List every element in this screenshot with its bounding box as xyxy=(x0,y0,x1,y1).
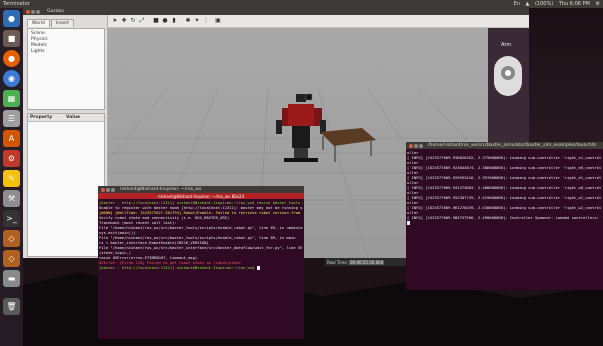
cylinder-shape-icon[interactable]: ▮ xyxy=(170,17,178,25)
wifi-icon[interactable]: ▲ xyxy=(526,1,530,7)
terminal-right-title: /home/nishant/ros_ws/src/baxter_simulato… xyxy=(428,143,597,148)
drive-icon[interactable]: ▬ xyxy=(3,270,20,287)
terminal-line: [ INFO] [1523577669.941374003, 2.4080000… xyxy=(407,185,602,190)
trash-icon[interactable]: 🗑 xyxy=(3,298,20,315)
terminal-line: [baxter - http://localhost:11311] nishan… xyxy=(99,265,303,270)
settings-icon[interactable]: ⚙ xyxy=(3,150,20,167)
gazebo-titlebar[interactable]: Gazebo xyxy=(23,8,529,15)
terminal-cursor xyxy=(407,221,410,225)
gazebo-title: Gazebo xyxy=(47,9,64,14)
terminal-left[interactable]: nishant@Nishant-Inspiron: ~/ros_ws nisha… xyxy=(98,186,304,339)
terminal-line: [ INFO] [1523577669.938020352, 2.3750000… xyxy=(407,155,602,160)
terminal-line: [ INFO] [1523577669.929553416, 2.3970000… xyxy=(407,175,602,180)
close-icon[interactable] xyxy=(101,187,105,192)
launcher: ● ■ ● ◉ ▦ ☰ A ⚙ ✎ ⚒ >_ ◇ ◇ ▬ 🗑 xyxy=(0,8,23,346)
system-settings-icon[interactable]: ⚒ xyxy=(3,190,20,207)
property-table-header: Property Value xyxy=(28,114,104,122)
rotate-icon[interactable]: ↻ xyxy=(129,17,137,25)
minimize-icon[interactable] xyxy=(414,143,418,148)
libreoffice-calc-icon[interactable]: ▦ xyxy=(3,90,20,107)
real-time-label: Real Time: xyxy=(327,259,349,265)
value-column-header: Value xyxy=(66,115,81,120)
baxter-robot[interactable] xyxy=(276,93,326,162)
tree-item-scene[interactable]: Scene xyxy=(31,31,45,36)
battery-status[interactable]: (100%) xyxy=(535,1,553,7)
software-center-icon[interactable]: A xyxy=(3,130,20,147)
keyboard-layout[interactable]: En xyxy=(514,1,520,7)
terminal-left-tab[interactable]: nishant@Nishant-Inspiron: ~/ros_ws 80x24 xyxy=(98,193,304,199)
terminal-right-titlebar[interactable]: /home/nishant/ros_ws/src/baxter_simulato… xyxy=(406,142,603,149)
terminal-line: [ INFO] [1523577669.952307745, 2.4190000… xyxy=(407,195,602,200)
spot-light-icon[interactable]: ✦ xyxy=(193,17,201,25)
notes-icon[interactable]: ✎ xyxy=(3,170,20,187)
terminal-cursor-line xyxy=(407,220,602,225)
sphere-shape-icon[interactable]: ● xyxy=(161,17,169,25)
gazebo-tabs: World Insert xyxy=(27,19,75,27)
gazebo-toolbar: ➤ ✚ ↻ ⤢ ■ ● ▮ ✱ ✦ ⋮ ▣ xyxy=(108,15,529,28)
firefox-icon[interactable]: ● xyxy=(3,50,20,67)
terminal-left-title: nishant@Nishant-Inspiron: ~/ros_ws xyxy=(120,187,202,192)
table-model[interactable] xyxy=(320,128,376,162)
files-icon[interactable]: ■ xyxy=(3,30,20,47)
app-icon[interactable]: ◇ xyxy=(3,250,20,267)
top-panel: Terminator En ▲ (100%) Thu 6:06 PM ⚙ xyxy=(0,0,603,8)
terminal-line: [ INFO] [1523577669.961270259, 2.4300000… xyxy=(407,205,602,210)
terminal-cursor xyxy=(256,266,260,270)
tree-item-physics[interactable]: Physics xyxy=(31,37,48,42)
terminal-left-titlebar[interactable]: nishant@Nishant-Inspiron: ~/ros_ws xyxy=(98,186,304,193)
arm-label: Arm xyxy=(501,42,512,48)
property-table: Property Value xyxy=(27,113,105,257)
navigator-center-button[interactable] xyxy=(505,70,511,76)
terminal-right-output[interactable]: oller[ INFO] [1523577669.938020352, 2.37… xyxy=(407,150,602,290)
terminal-left-output[interactable]: [baxter - http://localhost:11311] nishan… xyxy=(99,200,303,339)
terminal-left-tab-title: nishant@Nishant-Inspiron: ~/ros_ws 80x24 xyxy=(158,193,245,199)
property-column-header: Property xyxy=(30,115,53,120)
dash-icon[interactable]: ● xyxy=(3,10,20,27)
world-tree: Scene Physics Models Lights xyxy=(27,28,105,110)
gear-icon[interactable]: ⚙ xyxy=(596,1,600,7)
box-shape-icon[interactable]: ■ xyxy=(152,17,160,25)
gazebo-left-panel: World Insert Scene Physics Models Lights … xyxy=(23,15,108,258)
close-icon[interactable] xyxy=(26,9,30,14)
terminal-line: [ INFO] [1523577669.923844874, 2.3860000… xyxy=(407,165,602,170)
clock[interactable]: Thu 6:06 PM xyxy=(559,1,590,7)
point-light-icon[interactable]: ✱ xyxy=(184,17,192,25)
terminal-icon[interactable]: >_ xyxy=(3,210,20,227)
select-arrow-icon[interactable]: ➤ xyxy=(111,17,119,25)
close-icon[interactable] xyxy=(409,143,413,148)
chrome-icon[interactable]: ◉ xyxy=(3,70,20,87)
minimize-icon[interactable] xyxy=(31,9,35,14)
minimize-icon[interactable] xyxy=(106,187,110,192)
terminal-right[interactable]: /home/nishant/ros_ws/src/baxter_simulato… xyxy=(406,142,603,290)
terminal-line: [ INFO] [1523577669.985737596, 2.4900000… xyxy=(407,215,602,220)
maximize-icon[interactable] xyxy=(111,187,115,192)
directional-light-icon[interactable]: ⋮ xyxy=(202,17,210,25)
tab-world[interactable]: World xyxy=(27,19,50,27)
text-editor-icon[interactable]: ☰ xyxy=(3,110,20,127)
gazebo-icon[interactable]: ◇ xyxy=(3,230,20,247)
scale-icon[interactable]: ⤢ xyxy=(138,17,146,25)
active-window-title: Terminator xyxy=(3,1,30,7)
translate-icon[interactable]: ✚ xyxy=(120,17,128,25)
real-time-value: 00:00:55.50.004 xyxy=(349,259,385,265)
tree-item-models[interactable]: Models xyxy=(31,43,47,48)
tree-item-lights[interactable]: Lights xyxy=(31,49,45,54)
screenshot-icon[interactable]: ▣ xyxy=(214,17,222,25)
maximize-icon[interactable] xyxy=(419,143,423,148)
maximize-icon[interactable] xyxy=(36,9,40,14)
system-tray[interactable]: En ▲ (100%) Thu 6:06 PM ⚙ xyxy=(510,1,600,7)
tab-insert[interactable]: Insert xyxy=(50,19,74,27)
